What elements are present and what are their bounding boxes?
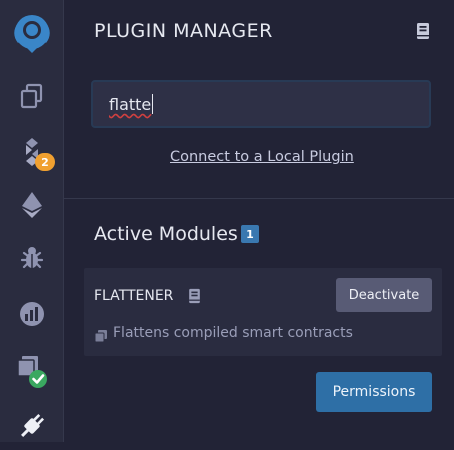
active-modules-title: Active Modules — [94, 223, 238, 245]
plugin-description: Flattens compiled smart contracts — [113, 325, 353, 341]
deactivate-button[interactable]: Deactivate — [336, 278, 432, 312]
plugin-search-input[interactable]: flatte — [91, 80, 431, 128]
plugin-name: FLATTENER — [94, 288, 174, 304]
analysis-icon[interactable] — [0, 290, 64, 338]
page-title: PLUGIN MANAGER — [94, 20, 273, 42]
permissions-button[interactable]: Permissions — [316, 372, 432, 412]
text-caret — [152, 94, 154, 114]
testing-icon[interactable] — [0, 346, 64, 394]
connect-local-plugin-link[interactable]: Connect to a Local Plugin — [170, 149, 354, 165]
plugin-manager-panel: PLUGIN MANAGER flatte Connect to a Local… — [64, 0, 454, 442]
search-text: flatte — [109, 95, 152, 114]
plugin-icon — [94, 328, 108, 347]
remix-logo-icon[interactable] — [0, 8, 64, 56]
deploy-run-icon[interactable] — [0, 181, 64, 229]
active-modules-count-badge: 1 — [241, 225, 259, 243]
file-explorer-icon[interactable] — [0, 72, 64, 120]
solidity-compiler-icon[interactable] — [0, 128, 64, 176]
plugin-manager-icon[interactable] — [0, 402, 64, 450]
divider — [64, 198, 454, 199]
book-icon[interactable] — [416, 22, 430, 44]
compiler-badge: 2 — [35, 153, 55, 171]
icon-bar: 2 — [0, 0, 64, 442]
book-icon[interactable] — [188, 288, 201, 308]
plugin-card-flattener: FLATTENER Deactivate Flattens compiled s… — [84, 268, 442, 356]
debugger-icon[interactable] — [0, 234, 64, 282]
